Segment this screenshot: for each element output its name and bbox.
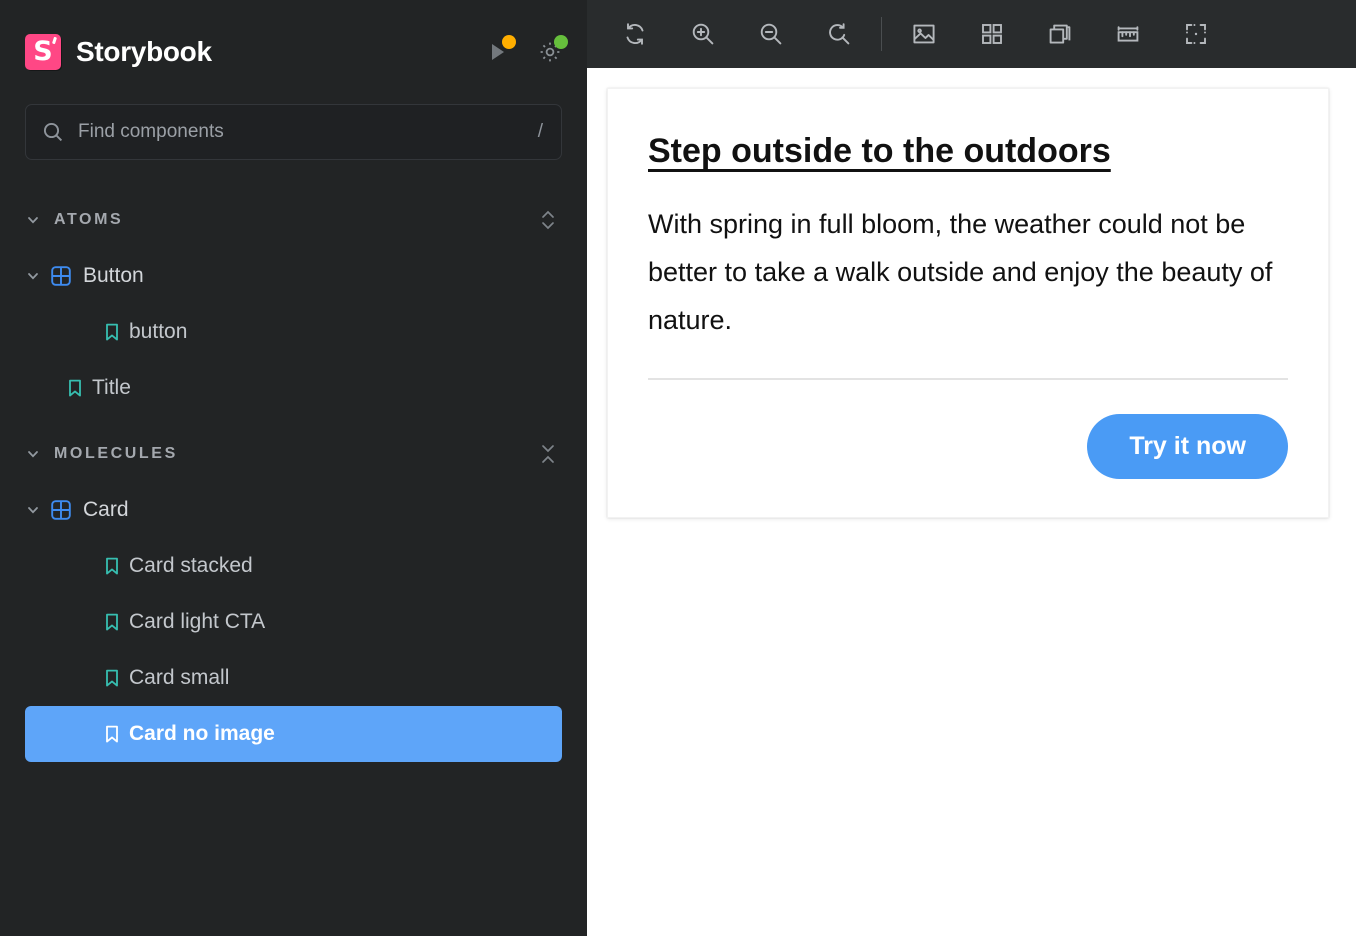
bookmark-icon bbox=[95, 611, 129, 633]
component-tree: ATOMS Button button bbox=[0, 192, 587, 762]
chevron-down-icon bbox=[25, 212, 41, 228]
component-grid-icon bbox=[49, 264, 83, 288]
bookmark-icon bbox=[58, 377, 92, 399]
search-shortcut: / bbox=[538, 121, 543, 143]
toolbar-separator bbox=[881, 17, 882, 51]
story-item-label: Title bbox=[92, 376, 131, 400]
zoom-out-button[interactable] bbox=[737, 0, 805, 68]
component-grid-icon bbox=[49, 498, 83, 522]
try-it-now-button[interactable]: Try it now bbox=[1087, 414, 1288, 479]
section-label-atoms: ATOMS bbox=[54, 211, 534, 229]
story-item-card-small[interactable]: Card small bbox=[25, 650, 562, 706]
tree-node-label: Button bbox=[83, 264, 144, 288]
remount-button[interactable] bbox=[601, 0, 669, 68]
ruler-icon bbox=[1115, 21, 1141, 47]
search-input[interactable]: Find components / bbox=[25, 104, 562, 160]
preview-toolbar bbox=[587, 0, 1356, 68]
chevron-down-icon bbox=[25, 268, 49, 284]
story-canvas: Step outside to the outdoors With spring… bbox=[587, 68, 1356, 936]
bookmark-icon bbox=[95, 555, 129, 577]
sidebar-header: S Storybook bbox=[0, 0, 587, 104]
search-container: Find components / bbox=[0, 104, 587, 160]
story-item-label: Card stacked bbox=[129, 554, 253, 578]
section-label-molecules: MOLECULES bbox=[54, 445, 534, 463]
bookmark-icon bbox=[95, 321, 129, 343]
refresh-icon bbox=[622, 21, 648, 47]
story-item-label: Card small bbox=[129, 666, 229, 690]
card-title: Step outside to the outdoors bbox=[648, 131, 1288, 172]
viewport-icon bbox=[1047, 21, 1073, 47]
outline-icon bbox=[1183, 21, 1209, 47]
search-placeholder: Find components bbox=[78, 121, 524, 143]
tree-node-card[interactable]: Card bbox=[0, 482, 587, 538]
story-item-card-no-image[interactable]: Card no image bbox=[25, 706, 562, 762]
shortcuts-badge-dot bbox=[502, 35, 516, 49]
backgrounds-button[interactable] bbox=[890, 0, 958, 68]
image-icon bbox=[911, 21, 937, 47]
expand-all-icon[interactable] bbox=[534, 205, 562, 235]
storybook-app: S Storybook bbox=[0, 0, 1356, 936]
zoom-out-icon bbox=[758, 21, 784, 47]
storybook-logo-icon: S bbox=[25, 34, 61, 70]
card-body-text: With spring in full bloom, the weather c… bbox=[648, 200, 1288, 344]
card-no-image: Step outside to the outdoors With spring… bbox=[607, 88, 1329, 518]
story-item-label: button bbox=[129, 320, 187, 344]
sidebar-section-molecules[interactable]: MOLECULES bbox=[0, 426, 587, 482]
card-divider bbox=[648, 378, 1288, 380]
story-item-button[interactable]: button bbox=[25, 304, 562, 360]
zoom-in-button[interactable] bbox=[669, 0, 737, 68]
card-actions: Try it now bbox=[648, 414, 1288, 479]
preview-pane: Step outside to the outdoors With spring… bbox=[587, 0, 1356, 936]
settings-button[interactable] bbox=[535, 37, 565, 67]
settings-badge-dot bbox=[554, 35, 568, 49]
bookmark-icon bbox=[95, 667, 129, 689]
tree-node-label: Card bbox=[83, 498, 129, 522]
zoom-reset-button[interactable] bbox=[805, 0, 873, 68]
story-item-card-light-cta[interactable]: Card light CTA bbox=[25, 594, 562, 650]
bookmark-icon bbox=[95, 723, 129, 745]
brand-name: Storybook bbox=[76, 36, 212, 68]
story-item-label: Card light CTA bbox=[129, 610, 265, 634]
viewport-button[interactable] bbox=[1026, 0, 1094, 68]
sidebar-section-atoms[interactable]: ATOMS bbox=[0, 192, 587, 248]
story-item-title[interactable]: Title bbox=[25, 360, 562, 416]
shortcuts-button[interactable] bbox=[483, 37, 513, 67]
collapse-all-icon[interactable] bbox=[534, 439, 562, 469]
sidebar: S Storybook bbox=[0, 0, 587, 936]
tree-node-button[interactable]: Button bbox=[0, 248, 587, 304]
chevron-down-icon bbox=[25, 502, 49, 518]
sidebar-header-actions bbox=[483, 37, 565, 67]
measure-button[interactable] bbox=[1094, 0, 1162, 68]
search-icon bbox=[42, 121, 64, 143]
grid-button[interactable] bbox=[958, 0, 1026, 68]
chevron-down-icon bbox=[25, 446, 41, 462]
grid-icon bbox=[979, 21, 1005, 47]
story-item-label: Card no image bbox=[129, 722, 275, 746]
outline-button[interactable] bbox=[1162, 0, 1230, 68]
story-item-card-stacked[interactable]: Card stacked bbox=[25, 538, 562, 594]
brand[interactable]: S Storybook bbox=[25, 34, 483, 70]
zoom-reset-icon bbox=[826, 21, 852, 47]
zoom-in-icon bbox=[690, 21, 716, 47]
